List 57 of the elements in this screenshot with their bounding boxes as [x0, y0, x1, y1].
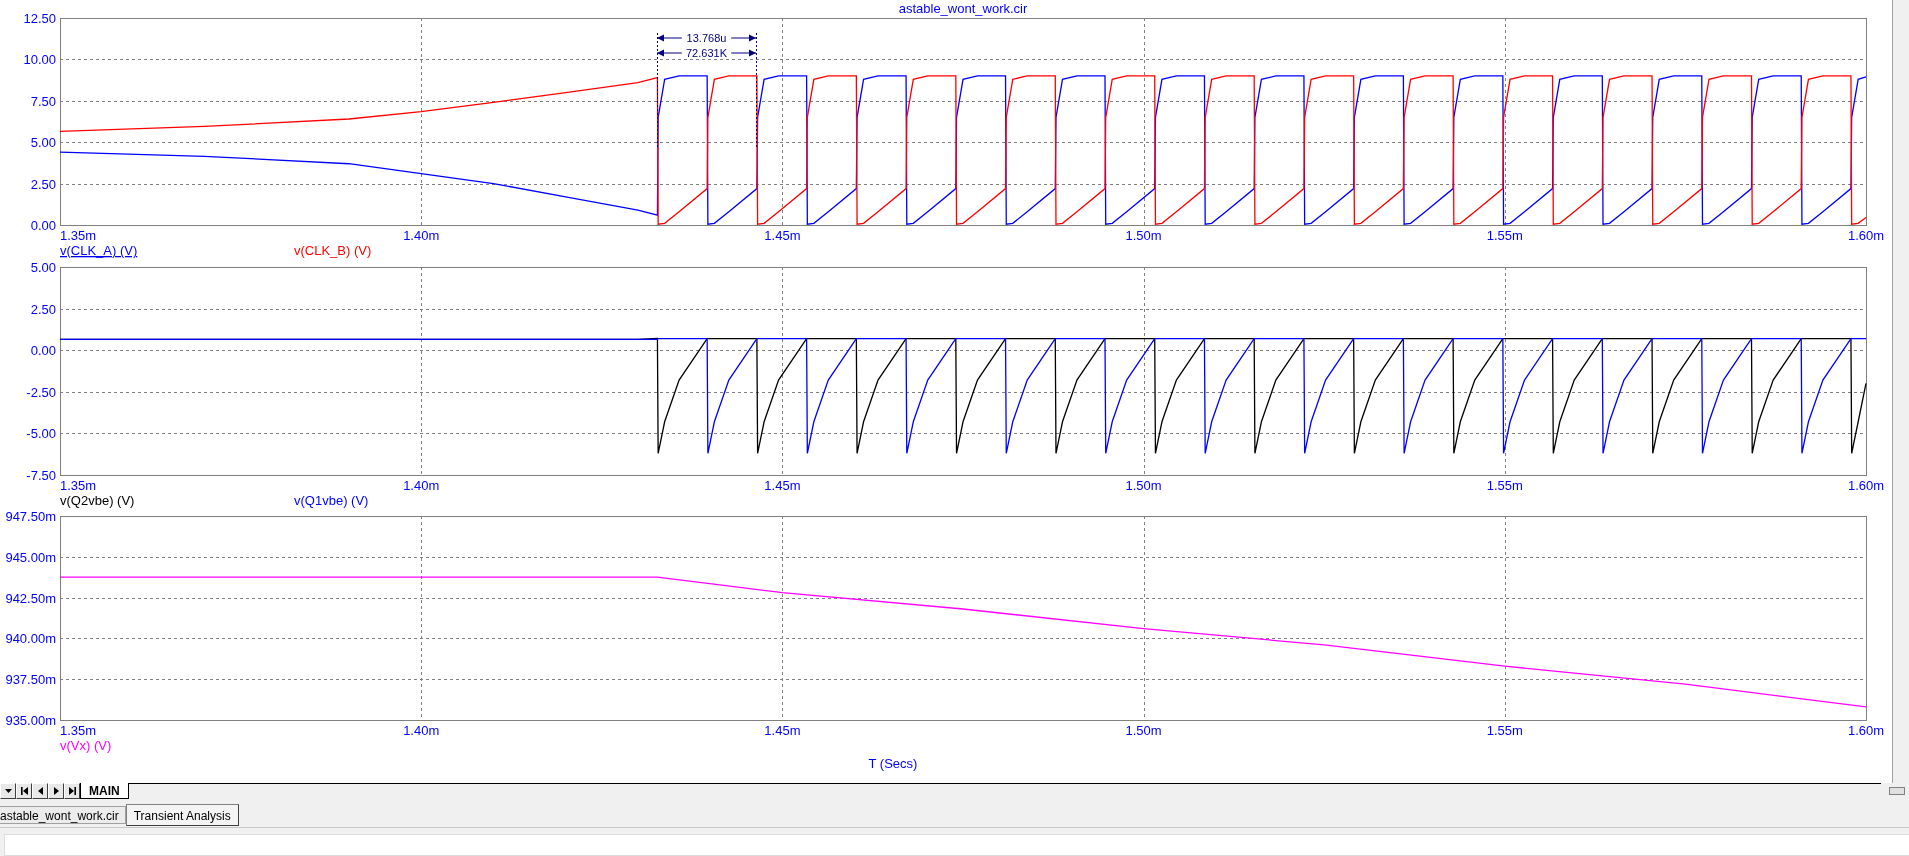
axis-tick-label: 1.55m — [1486, 478, 1523, 493]
axis-tick-label: 937.50m — [5, 672, 56, 688]
axis-tick-label: 1.45m — [764, 723, 801, 738]
resize-handle[interactable] — [1889, 787, 1905, 795]
axis-tick-label: 0.00 — [30, 218, 56, 233]
axis-tick-label: 1.55m — [1486, 228, 1523, 243]
trace-legend[interactable]: v(CLK_A) (V) — [60, 243, 138, 258]
document-tab[interactable]: astable_wont_work.cir — [0, 806, 126, 824]
axis-tick-label: 1.35m — [60, 228, 97, 243]
axis-title: T (Secs) — [868, 756, 918, 771]
axis-tick-label: -2.50 — [26, 384, 56, 400]
axis-tick-label: 1.45m — [764, 228, 801, 243]
axis-tick-label: 1.40m — [403, 478, 440, 493]
axis-tick-label: 5.00 — [30, 135, 56, 151]
axis-tick-label: 1.35m — [60, 478, 97, 493]
plot-title: astable_wont_work.cir — [898, 1, 1028, 16]
axis-tick-label: 1.60m — [1847, 228, 1885, 243]
skip-forward-icon — [67, 786, 77, 796]
axis-tick-label: 1.60m — [1847, 723, 1885, 738]
axis-tick-label: 12.50 — [23, 11, 56, 26]
axis-tick-label: -5.00 — [26, 426, 56, 442]
previous-sheet-button[interactable] — [32, 783, 48, 799]
axis-tick-label: 10.00 — [23, 52, 56, 68]
trace-legend[interactable]: v(Q1vbe) (V) — [294, 493, 369, 508]
axis-tick-label: 1.35m — [60, 723, 97, 738]
axis-tick-label: 935.00m — [5, 713, 56, 728]
axis-tick-label: 0.00 — [30, 343, 56, 359]
trace-legend[interactable]: v(Q2vbe) (V) — [60, 493, 135, 508]
axis-tick-label: 942.50m — [5, 590, 56, 606]
axis-tick-label: 7.50 — [30, 93, 56, 109]
axis-tick-label: 1.55m — [1486, 723, 1523, 738]
measurement-label: 72.631K — [686, 47, 727, 59]
caret-icon — [3, 786, 13, 796]
axis-tick-label: 945.00m — [5, 549, 56, 565]
sheet-tab[interactable]: MAIN — [80, 783, 129, 799]
next-sheet-button[interactable] — [48, 783, 64, 799]
axis-tick-label: 5.00 — [30, 260, 56, 275]
axis-tick-label: 1.45m — [764, 478, 801, 493]
axis-tick-label: 1.40m — [403, 228, 440, 243]
axis-tick-label: -7.50 — [26, 468, 56, 483]
axis-tick-label: 2.50 — [30, 176, 56, 192]
axis-tick-label: 940.00m — [5, 631, 56, 647]
axis-tick-label: 2.50 — [30, 301, 56, 317]
axis-tick-label: 1.50m — [1125, 478, 1162, 493]
axis-tick-label: 1.40m — [403, 723, 440, 738]
trace-legend[interactable]: v(CLK_B) (V) — [294, 243, 372, 258]
axis-tick-label: 1.60m — [1847, 478, 1885, 493]
axis-tick-label: 1.50m — [1125, 723, 1162, 738]
first-sheet-button[interactable] — [16, 783, 32, 799]
document-tab[interactable]: Transient Analysis — [125, 804, 239, 826]
axis-tick-label: 947.50m — [5, 509, 56, 524]
skip-back-icon — [19, 786, 29, 796]
axis-tick-label: 1.50m — [1125, 228, 1162, 243]
last-sheet-button[interactable] — [64, 783, 80, 799]
measurement-label: 13.768u — [686, 32, 727, 44]
right-triangle-icon — [51, 786, 61, 796]
dropdown-button[interactable] — [0, 783, 16, 799]
